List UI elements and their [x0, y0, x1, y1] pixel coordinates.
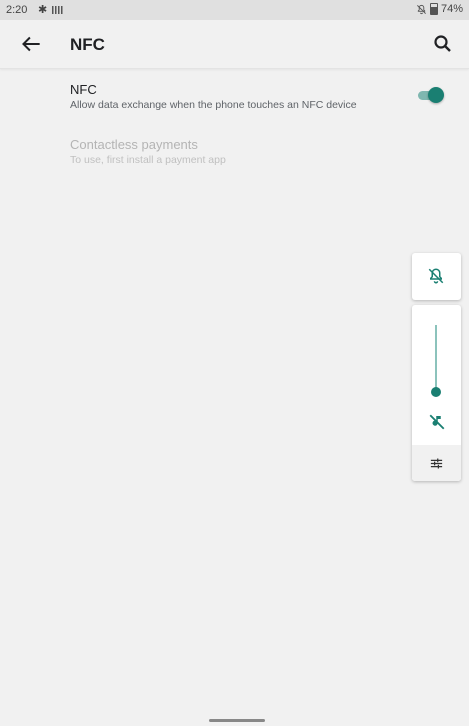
settings-icon: ✱ — [38, 4, 48, 16]
ring-muted-icon — [428, 268, 444, 284]
sliders-icon — [430, 458, 443, 469]
app-bar: NFC — [0, 20, 469, 69]
media-muted-icon[interactable] — [428, 413, 446, 431]
battery-percent: 74% — [440, 3, 463, 15]
page-title: NFC — [70, 35, 105, 54]
status-bar: 2:20 ✱ 74% — [0, 0, 469, 20]
volume-panel — [412, 305, 461, 481]
volume-slider-thumb[interactable] — [431, 387, 441, 397]
gesture-nav-handle[interactable] — [209, 719, 265, 722]
contactless-payments-preference: Contactless payments To use, first insta… — [70, 137, 226, 166]
nfc-preference[interactable]: NFC Allow data exchange when the phone t… — [70, 82, 357, 111]
toggle-thumb — [428, 87, 444, 103]
back-arrow-icon[interactable] — [18, 31, 44, 57]
volume-slider-track[interactable] — [435, 325, 437, 393]
status-time: 2:20 — [6, 4, 28, 16]
search-icon[interactable] — [431, 32, 455, 56]
barcode-icon — [52, 6, 64, 14]
battery-icon — [429, 3, 438, 15]
status-right-group: 74% — [416, 3, 463, 15]
nfc-toggle[interactable] — [418, 86, 444, 104]
nfc-summary: Allow data exchange when the phone touch… — [70, 99, 357, 111]
ring-muted-icon — [417, 4, 426, 14]
contactless-payments-summary: To use, first install a payment app — [70, 154, 226, 166]
contactless-payments-title: Contactless payments — [70, 137, 198, 152]
nfc-title: NFC — [70, 82, 97, 97]
ringer-mode-button[interactable] — [412, 253, 461, 300]
volume-settings-button[interactable] — [412, 445, 461, 481]
